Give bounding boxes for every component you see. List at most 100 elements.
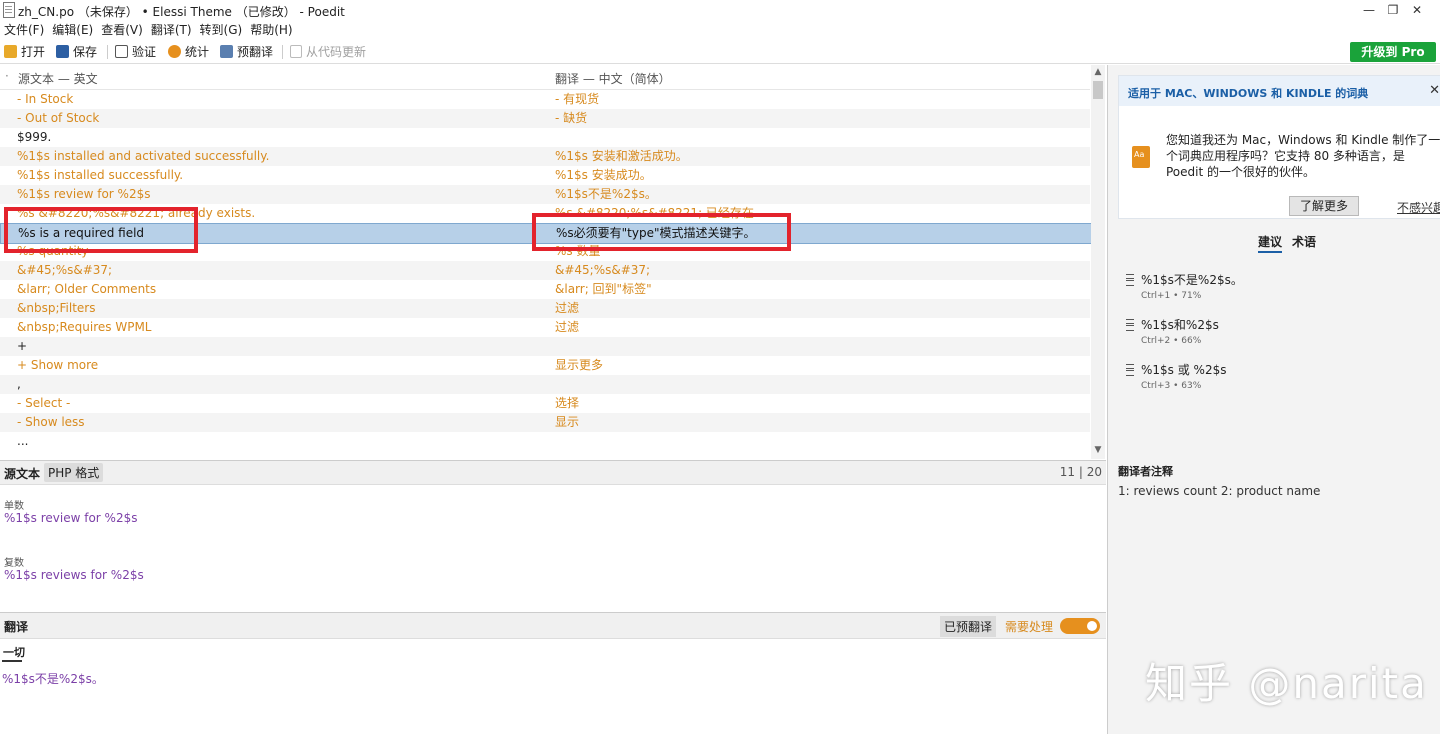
needs-work-toggle[interactable] <box>1060 618 1100 634</box>
save-button[interactable]: 保存 <box>56 43 97 61</box>
table-row[interactable]: , <box>0 375 1090 394</box>
scroll-down-icon[interactable]: ▼ <box>1091 445 1105 455</box>
tab-underline <box>2 660 22 662</box>
translation-panel-header: 翻译 已预翻译 需要处理 <box>0 612 1106 639</box>
table-row[interactable]: %1$s review for %2$s %1$s不是%2$s。 <box>0 185 1090 204</box>
close-icon[interactable]: ✕ <box>1429 83 1440 98</box>
row-translation-text: - 有现货 <box>555 92 600 106</box>
upgrade-pro-button[interactable]: 升级到 Pro <box>1350 42 1436 62</box>
notice-header: 适用于 MAC、WINDOWS 和 KINDLE 的词典 ✕ <box>1119 76 1440 106</box>
translation-panel-title: 翻译 <box>4 620 29 634</box>
menu-help[interactable]: 帮助(H) <box>250 20 292 40</box>
row-source-text: %1$s review for %2$s <box>17 187 151 201</box>
database-icon <box>1126 364 1134 376</box>
pie-chart-icon <box>168 45 181 58</box>
sort-indicator: · <box>5 69 9 83</box>
singular-text: %1$s review for %2$s <box>4 511 138 525</box>
row-source-text: &nbsp;Filters <box>17 301 96 315</box>
translate-icon <box>220 45 233 58</box>
source-panel-title: 源文本 <box>4 467 41 481</box>
table-row[interactable]: - Show less 显示 <box>0 413 1090 432</box>
not-interested-link[interactable]: 不感兴趣 <box>1397 199 1440 216</box>
pretranslate-button[interactable]: 预翻译 <box>220 43 273 61</box>
check-icon <box>115 45 128 58</box>
translation-input[interactable]: %1$s不是%2$s。 <box>2 670 104 687</box>
row-source-text: &larr; Older Comments <box>17 282 157 296</box>
table-row[interactable]: &nbsp;Requires WPML 过滤 <box>0 318 1090 337</box>
document-icon <box>3 2 15 18</box>
toolbar-divider <box>282 45 283 59</box>
highlight-box-translation <box>532 213 791 251</box>
table-row[interactable]: &nbsp;Filters 过滤 <box>0 299 1090 318</box>
scrollbar-thumb[interactable] <box>1093 81 1103 99</box>
tab-underline <box>1258 251 1282 253</box>
sidebar-tabs: 建议 术语 <box>1258 233 1326 250</box>
pretranslated-badge[interactable]: 已预翻译 <box>940 616 997 637</box>
row-source-text: %1$s installed and activated successfull… <box>17 149 270 163</box>
table-row[interactable]: - Out of Stock - 缺货 <box>0 109 1090 128</box>
tab-all[interactable]: 一切 <box>3 644 25 660</box>
translator-notes-text: 1: reviews count 2: product name <box>1118 484 1321 498</box>
row-translation-text: - 缺货 <box>555 111 588 125</box>
menu-view[interactable]: 查看(V) <box>101 20 143 40</box>
row-source-text: $999. <box>17 130 52 144</box>
row-source-text: ... <box>17 434 29 448</box>
update-from-code-button[interactable]: 从代码更新 <box>290 43 366 61</box>
source-panel-header: 源文本 PHP 格式 11 | 20 <box>0 460 1106 485</box>
column-source[interactable]: 源文本 — 英文 <box>18 70 98 87</box>
suggestion-text: %1$s和%2$s <box>1141 318 1219 332</box>
row-translation-text: %1$s不是%2$s。 <box>555 187 657 201</box>
row-translation-text: 过滤 <box>555 320 580 334</box>
row-source-text: - Show less <box>17 415 85 429</box>
dictionary-notice: 适用于 MAC、WINDOWS 和 KINDLE 的词典 ✕ 您知道我还为 Ma… <box>1118 75 1440 219</box>
menu-edit[interactable]: 编辑(E) <box>52 20 93 40</box>
notice-body: 您知道我还为 Mac，Windows 和 Kindle 制作了一个词典应用程序吗… <box>1166 133 1440 179</box>
row-source-text: + Show more <box>17 358 99 372</box>
column-translation[interactable]: 翻译 — 中文（简体） <box>555 70 671 87</box>
scroll-up-icon[interactable]: ▲ <box>1091 67 1105 77</box>
statistics-button[interactable]: 统计 <box>168 43 209 61</box>
needs-work-label: 需要处理 <box>1005 620 1054 634</box>
row-translation-text: 显示更多 <box>555 358 604 372</box>
list-scrollbar[interactable]: ▲ ▼ <box>1091 65 1105 459</box>
table-row[interactable]: %1$s installed and activated successfull… <box>0 147 1090 166</box>
row-source-text: &#45;%s&#37; <box>17 263 113 277</box>
table-row[interactable]: + <box>0 337 1090 356</box>
row-source-text: - Out of Stock <box>17 111 100 125</box>
row-translation-text: &#45;%s&#37; <box>555 263 651 277</box>
toolbar-divider <box>107 45 108 59</box>
menu-goto[interactable]: 转到(G) <box>200 20 243 40</box>
table-row[interactable]: %1$s installed successfully. %1$s 安装成功。 <box>0 166 1090 185</box>
table-row[interactable]: - Select - 选择 <box>0 394 1090 413</box>
tab-glossary[interactable]: 术语 <box>1292 235 1316 249</box>
row-source-text: , <box>17 377 21 391</box>
notice-title: 适用于 MAC、WINDOWS 和 KINDLE 的词典 <box>1128 87 1369 100</box>
table-row[interactable]: ... <box>0 432 1090 451</box>
learn-more-button[interactable]: 了解更多 <box>1289 196 1359 216</box>
table-row[interactable]: + Show more 显示更多 <box>0 356 1090 375</box>
close-window-button[interactable]: ✕ <box>1394 0 1440 20</box>
table-row[interactable]: $999. <box>0 128 1090 147</box>
menu-translate[interactable]: 翻译(T) <box>151 20 192 40</box>
tab-suggestions[interactable]: 建议 <box>1258 235 1282 249</box>
open-button[interactable]: 打开 <box>4 43 45 61</box>
validate-button[interactable]: 验证 <box>115 43 156 61</box>
row-source-text: - Select - <box>17 396 71 410</box>
row-translation-text: %1$s 安装成功。 <box>555 168 652 182</box>
translator-notes-title: 翻译者注释 <box>1118 465 1173 478</box>
table-row[interactable]: &larr; Older Comments &larr; 回到"标签" <box>0 280 1090 299</box>
menu-file[interactable]: 文件(F) <box>4 20 44 40</box>
table-row[interactable]: &#45;%s&#37; &#45;%s&#37; <box>0 261 1090 280</box>
singular-label: 单数 <box>4 501 24 512</box>
row-source-text: - In Stock <box>17 92 74 106</box>
table-row[interactable]: - In Stock - 有现货 <box>0 90 1090 109</box>
plural-label: 复数 <box>4 558 24 569</box>
row-source-text: + <box>17 339 28 353</box>
suggestion-meta: Ctrl+2 • 66% <box>1141 336 1202 346</box>
row-translation-text: 过滤 <box>555 301 580 315</box>
format-badge: PHP 格式 <box>44 463 104 482</box>
save-icon <box>56 45 69 58</box>
suggestion-text: %1$s 或 %2$s <box>1141 363 1227 377</box>
string-list[interactable]: · 源文本 — 英文 翻译 — 中文（简体） - In Stock - 有现货 - … <box>0 65 1106 459</box>
toolbar: 打开 保存 验证 统计 预翻译 从代码更新 升级到 Pro <box>0 40 1440 64</box>
